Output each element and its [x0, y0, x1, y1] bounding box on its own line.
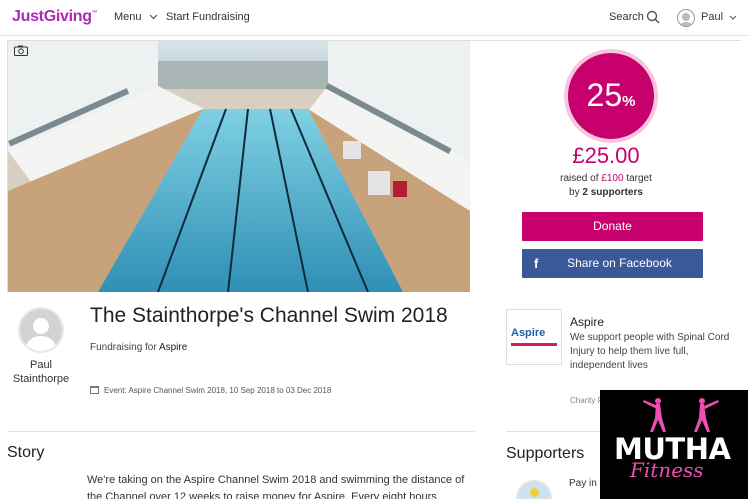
calendar-icon [90, 386, 99, 394]
pool-photo-illustration [8, 41, 470, 292]
divider [7, 431, 475, 432]
menu-dropdown[interactable]: Menu [114, 11, 158, 23]
fundraiser-name[interactable]: Paul Stainthorpe [6, 358, 76, 386]
supporters-count: 2 supporters [582, 187, 643, 198]
start-fundraising-link[interactable]: Start Fundraising [166, 11, 250, 23]
event-details: Event: Aspire Channel Swim 2018, 10 Sep … [90, 386, 331, 395]
charity-name[interactable]: Aspire [570, 315, 604, 329]
donate-button[interactable]: Donate [522, 212, 703, 241]
watermark-subtitle: Fitness [630, 458, 704, 482]
chevron-down-icon [149, 14, 158, 20]
charity-link[interactable]: Aspire [159, 342, 187, 353]
target-amount: £100 [601, 173, 624, 184]
camera-icon[interactable] [14, 45, 28, 56]
user-menu[interactable]: Paul [701, 11, 737, 23]
page-title: The Stainthorpe's Channel Swim 2018 [90, 304, 448, 327]
cover-photo [8, 41, 470, 292]
watermark-logo: MUTHA Fitness [600, 390, 748, 499]
dancers-silhouette-icon [643, 398, 719, 432]
fundraising-stats-panel: 25% £25.00 raised of £100 target by 2 su… [470, 41, 742, 292]
raised-amount: £25.00 [572, 143, 640, 168]
supporters-line: by 2 supporters [569, 187, 643, 198]
top-nav-bar: JustGiving™ Menu Start Fundraising Searc… [0, 0, 748, 36]
charity-logo[interactable]: Aspire [506, 309, 562, 365]
percent-value: 25 [586, 77, 623, 113]
fundraising-for: Fundraising for Aspire [90, 342, 188, 353]
user-avatar[interactable] [677, 9, 695, 27]
fundraiser-avatar[interactable] [18, 307, 64, 353]
user-name: Paul [701, 11, 724, 23]
search-link[interactable]: Search [609, 11, 644, 23]
target-line: raised of £100 target [560, 173, 652, 184]
chevron-down-icon [729, 15, 737, 20]
story-text: We're taking on the Aspire Channel Swim … [87, 474, 465, 499]
supporter-avatar [516, 480, 552, 499]
search-icon[interactable] [646, 10, 660, 24]
story-heading: Story [7, 444, 45, 461]
share-facebook-label: Share on Facebook [567, 256, 672, 270]
share-facebook-button[interactable]: f Share on Facebook [522, 249, 703, 278]
charity-description: We support people with Spinal Cord Injur… [570, 332, 730, 371]
progress-percent-circle: 25% [568, 53, 654, 139]
supporters-heading: Supporters [506, 445, 585, 462]
menu-label: Menu [114, 11, 142, 23]
hero-section: 25% £25.00 raised of £100 target by 2 su… [7, 40, 742, 292]
justgiving-logo[interactable]: JustGiving™ [12, 8, 98, 26]
percent-sign: % [622, 93, 636, 110]
